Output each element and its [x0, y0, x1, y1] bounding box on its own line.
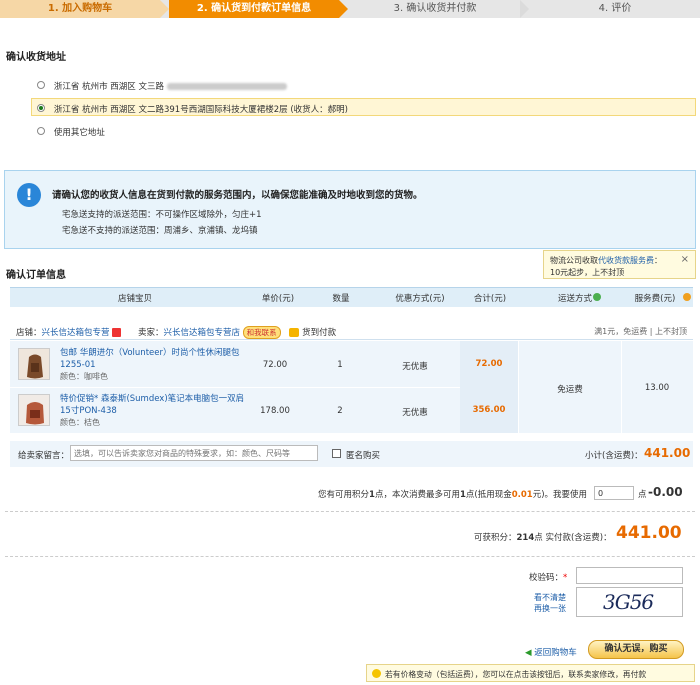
step-2: 2. 确认货到付款订单信息 — [169, 0, 339, 18]
message-label: 给卖家留言： — [18, 451, 70, 461]
list-item: 包邮 华朗进尔（Volunteer）时尚个性休闲腿包1255-01 颜色：咖啡色 — [60, 347, 250, 383]
cod-icon — [289, 328, 300, 337]
col-discount: 优惠方式(元) — [395, 294, 445, 304]
item-discount: 无优惠 — [402, 362, 428, 372]
col-qty: 数量 — [332, 294, 350, 304]
item-total: 356.00 — [472, 405, 506, 415]
fee-help-icon[interactable] — [683, 293, 691, 301]
product-color: 颜色：咖啡色 — [60, 372, 108, 381]
address-text: 浙江省 杭州市 西湖区 文三路 — [53, 82, 164, 92]
col-service-fee: 服务费(元) — [634, 294, 676, 304]
address-heading: 确认收货地址 — [6, 52, 66, 63]
item-total: 72.00 — [475, 359, 503, 369]
anonymous-label: 匿名购买 — [346, 451, 381, 461]
captcha-refresh-link[interactable]: 看不清楚 再换一张 — [534, 592, 566, 614]
item-price: 178.00 — [260, 406, 290, 416]
price-change-warning: 若有价格变动（包括运费），您可以在点击该按钮后，联系卖家修改，再付款 — [366, 664, 695, 682]
item-qty: 1 — [337, 360, 343, 370]
address-option-other[interactable]: 使用其它地址 — [37, 126, 105, 138]
use-other-address: 使用其它地址 — [53, 128, 105, 138]
points-input[interactable] — [594, 486, 634, 500]
product-image[interactable] — [18, 394, 50, 426]
captcha-label: 校验码：* — [529, 573, 568, 583]
address-text: 浙江省 杭州市 西湖区 文二路391号西湖国际科技大厦裙楼2层 (收货人：郝明) — [53, 105, 348, 115]
cod-fee-link[interactable]: 代收货款服务费 — [598, 256, 654, 265]
close-icon[interactable]: × — [681, 254, 689, 265]
col-items: 店铺宝贝 — [117, 294, 152, 304]
anonymous-checkbox[interactable] — [332, 449, 341, 458]
product-image[interactable] — [18, 348, 50, 380]
shop-link[interactable]: 兴长信达箱包专营 — [42, 328, 110, 338]
radio-icon[interactable] — [37, 81, 45, 89]
step-4: 4. 评价 — [598, 3, 632, 14]
captcha-input[interactable] — [576, 567, 683, 584]
points-unit: 点 — [638, 490, 647, 500]
seller-link[interactable]: 兴长信达箱包专营店 — [163, 328, 240, 338]
notice-line-1: 宅急送支持的派送范围：不可操作区域除外，匀庄+1 — [62, 210, 262, 220]
total-payment: 441.00 — [616, 523, 682, 543]
subtotal-value: 441.00 — [644, 446, 691, 460]
radio-selected-icon[interactable] — [37, 104, 45, 112]
message-row: 给卖家留言： 匿名购买 小计(含运费)： 441.00 — [10, 441, 693, 467]
warning-text: 若有价格变动（包括运费），您可以在点击该按钮后，联系卖家修改，再付款 — [385, 670, 647, 679]
shop-badge-icon — [112, 328, 122, 337]
points-deduction: -0.00 — [648, 485, 683, 499]
captcha-image[interactable]: 3G56 — [576, 587, 683, 617]
item-discount: 无优惠 — [402, 408, 428, 418]
back-arrow-icon: ◀ — [525, 648, 532, 658]
checkout-steps: 1. 加入购物车 2. 确认货到付款订单信息 3. 确认收货并付款 4. 评价 — [0, 0, 700, 18]
order-heading: 确认订单信息 — [6, 270, 66, 281]
blurred-text — [166, 83, 287, 90]
col-price: 单价(元) — [261, 294, 295, 304]
product-title-link[interactable]: 包邮 华朗进尔（Volunteer）时尚个性休闲腿包1255-01 — [60, 348, 239, 370]
fee-note: 满1元，免运费 | 上不封顶 — [594, 327, 687, 336]
radio-icon[interactable] — [37, 127, 45, 135]
step-3: 3. 确认收货并付款 — [393, 3, 477, 14]
list-item: 特价促销* 森泰斯(Sumdex)笔记本电脑包一双肩15寸PON-438 颜色：… — [60, 393, 250, 429]
points-row: 您有可用积分1点，本次消费最多可用1点(抵用现金0.01元)。我要使用 — [318, 490, 588, 500]
address-option-1[interactable]: 浙江省 杭州市 西湖区 文三路 — [37, 80, 287, 92]
summary-row: 可获积分：214点 实付款(含运费)： — [474, 533, 612, 543]
service-fee: 13.00 — [644, 383, 670, 393]
shipping-help-icon[interactable] — [593, 293, 601, 301]
service-fee-tip: 物流公司收取代收货款服务费： 10元起步，上不封顶 × — [543, 250, 696, 279]
shop-row: 店铺：兴长信达箱包专营 卖家：兴长信达箱包专营店 和我联系 货到付款 满1元，免… — [10, 322, 693, 340]
info-icon: ! — [17, 183, 41, 207]
lightbulb-icon — [372, 669, 381, 678]
back-to-cart-link[interactable]: 返回购物车 — [534, 648, 577, 658]
product-color: 颜色：桔色 — [60, 418, 100, 427]
confirm-purchase-button[interactable]: 确认无误，购买 — [588, 640, 684, 659]
back-to-cart[interactable]: ◀ 返回购物车 — [525, 646, 577, 658]
subtotal-label: 小计(含运费)： — [585, 451, 643, 461]
table-header: 店铺宝贝 单价(元) 数量 优惠方式(元) 合计(元) 运送方式 服务费(元) — [10, 287, 693, 307]
message-input[interactable] — [70, 445, 318, 461]
cod-notice: ! 请确认您的收货人信息在货到付款的服务范围内，以确保您能准确及时地收到您的货物… — [4, 170, 696, 249]
item-qty: 2 — [337, 406, 343, 416]
address-option-2-highlight[interactable]: 浙江省 杭州市 西湖区 文二路391号西湖国际科技大厦裙楼2层 (收货人：郝明) — [31, 98, 696, 116]
product-title-link[interactable]: 特价促销* 森泰斯(Sumdex)笔记本电脑包一双肩15寸PON-438 — [60, 394, 244, 416]
item-price: 72.00 — [262, 360, 288, 370]
col-total: 合计(元) — [473, 294, 507, 304]
shipping-method: 免运费 — [557, 385, 583, 395]
step-1: 1. 加入购物车 — [0, 0, 160, 18]
chat-button[interactable]: 和我联系 — [242, 326, 281, 339]
notice-title: 请确认您的收货人信息在货到付款的服务范围内，以确保您能准确及时地收到您的货物。 — [52, 190, 423, 201]
notice-line-2: 宅急送不支持的派送范围：周浦乡、京浦镇、龙坞镇 — [62, 226, 258, 236]
